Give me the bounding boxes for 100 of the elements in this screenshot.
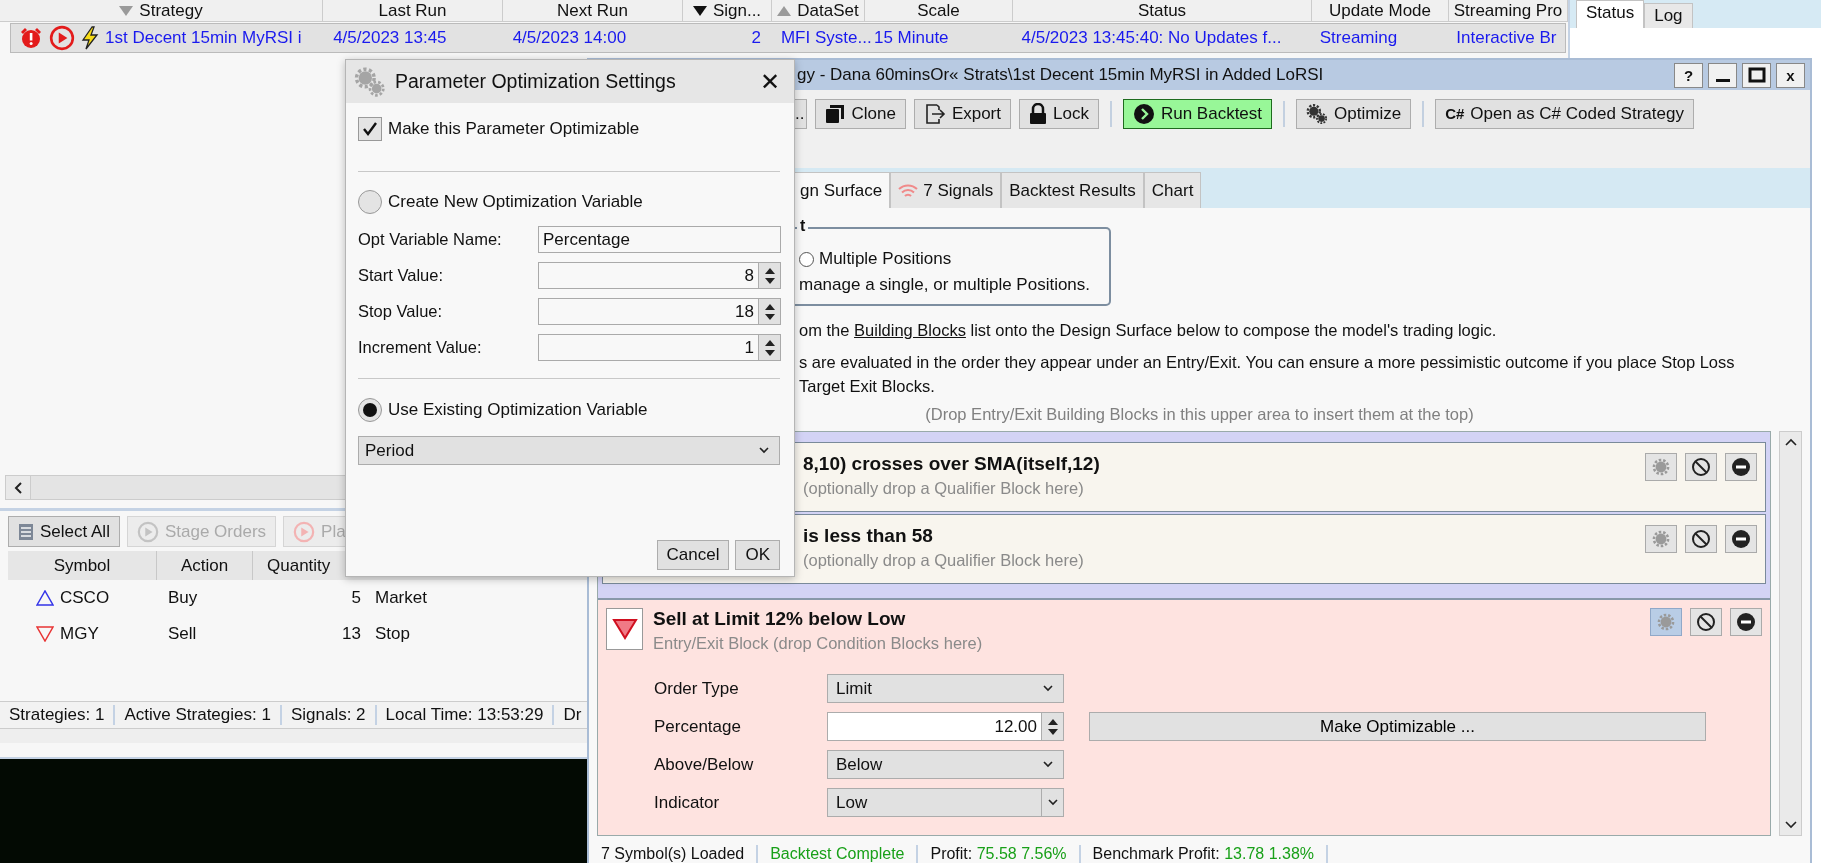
checkmark-icon xyxy=(362,121,378,137)
column-header: Last Run xyxy=(378,0,447,21)
status-text: Strategies: 1 xyxy=(0,705,116,725)
combo-box[interactable]: Low xyxy=(827,788,1064,817)
spin-button[interactable] xyxy=(758,263,780,288)
column-header: DataSet xyxy=(797,0,859,21)
drop-hint: (Drop Entry/Exit Building Blocks in this upper area to insert them at the top) xyxy=(925,405,1474,423)
chevron-down-icon xyxy=(759,447,769,454)
spin-button[interactable] xyxy=(1041,713,1063,740)
remove-button[interactable] xyxy=(1725,525,1757,553)
minimize-icon xyxy=(1715,78,1730,82)
chevron-down-icon[interactable] xyxy=(1784,821,1797,829)
scroll-left-button[interactable] xyxy=(6,476,31,499)
disable-button[interactable] xyxy=(1690,608,1722,636)
help-button[interactable]: ? xyxy=(1674,62,1703,88)
toolbar-button[interactable]: Export xyxy=(913,98,1011,129)
toolbar-button[interactable]: Select All xyxy=(8,516,120,547)
field-label: Start Value: xyxy=(358,266,444,285)
table-cell-text: 4/5/2023 13:45:40: No Updates f... xyxy=(1020,28,1282,48)
status-text: 7 Symbol(s) Loaded xyxy=(601,845,745,862)
radio-button[interactable] xyxy=(799,251,814,267)
status-text: Dr xyxy=(562,705,583,725)
radio-button[interactable] xyxy=(358,398,382,422)
chevron-down-icon xyxy=(1043,685,1053,692)
parameter-label: Above/Below xyxy=(654,754,755,775)
lightning-icon xyxy=(81,26,99,50)
gear-icon xyxy=(1651,529,1671,549)
prohibited-icon xyxy=(1691,457,1711,477)
toolbar-button[interactable]: Run Backtest xyxy=(1122,98,1273,129)
close-button[interactable]: x xyxy=(1776,62,1805,88)
play-circle-icon xyxy=(1132,102,1155,125)
column-header: Update Mode xyxy=(1328,0,1432,21)
minus-circle-icon xyxy=(1731,529,1751,549)
group-description: manage a single, or multiple Positions. xyxy=(799,275,1092,295)
toolbar-button[interactable]: Clone xyxy=(815,98,906,129)
tab[interactable]: 7 Signals xyxy=(890,172,1002,208)
status-label: Benchmark Profit: xyxy=(1092,845,1220,862)
table-cell: Stop xyxy=(375,624,410,644)
close-button[interactable]: ✕ xyxy=(756,67,784,96)
toolbar-button[interactable]: Optimize xyxy=(1296,98,1412,129)
tab[interactable]: Chart xyxy=(1143,172,1202,208)
make-optimizable-button[interactable]: Make Optimizable ... xyxy=(1089,712,1706,741)
dropdown[interactable]: Limit xyxy=(827,674,1064,703)
table-cell-text: Buy xyxy=(167,588,199,608)
toolbar-button[interactable]: C# Open as C# Coded Strategy xyxy=(1435,98,1694,129)
field-label: Opt Variable Name: xyxy=(358,230,503,249)
remove-button[interactable] xyxy=(1725,453,1757,481)
gear-icon xyxy=(1656,612,1676,632)
column-header: Symbol xyxy=(8,551,157,580)
table-row[interactable]: 1st Decent 15min MyRSI i 4/5/2023 13:45 4/5/2023 14:00 2 MFI Syste...15 Minute 4/5/2023 13:45:40: No Updates f... Streaming Interactive Br xyxy=(10,23,1566,53)
spin-button[interactable] xyxy=(758,299,780,324)
prohibited-icon xyxy=(1696,612,1716,632)
number-field[interactable]: 1 xyxy=(538,334,781,361)
table-cell-text: 4/5/2023 14:00 xyxy=(511,28,627,48)
status-text: Active Strategies: 1 xyxy=(115,705,282,725)
minus-circle-icon xyxy=(1736,612,1756,632)
maximize-button[interactable] xyxy=(1742,62,1771,88)
disable-button[interactable] xyxy=(1685,453,1717,481)
column-header: Streaming Pro xyxy=(1453,0,1563,21)
checkbox[interactable] xyxy=(358,117,382,141)
panel-tab[interactable]: Log xyxy=(1644,3,1693,28)
chevron-down-icon xyxy=(1043,761,1053,768)
panel-tab[interactable]: Status xyxy=(1576,0,1645,28)
parameter-label: Indicator xyxy=(654,792,721,813)
radio-button[interactable] xyxy=(358,190,382,214)
input-field[interactable]: Percentage xyxy=(538,226,781,253)
toolbar-button[interactable]: Lock xyxy=(1019,98,1099,129)
spin-button[interactable] xyxy=(758,335,780,360)
dialog-button[interactable]: Cancel xyxy=(656,540,730,570)
chevron-up-icon[interactable] xyxy=(1784,438,1797,446)
parameter-label: Order Type xyxy=(654,678,740,699)
minimize-button[interactable] xyxy=(1708,62,1737,88)
csharp-icon: C# xyxy=(1445,105,1465,122)
table-cell-text: Sell xyxy=(167,624,198,644)
column-header: Action xyxy=(157,551,253,580)
remove-button[interactable] xyxy=(1730,608,1762,636)
wifi-icon xyxy=(898,182,919,199)
block-title: Sell at Limit 12% below Low xyxy=(653,608,907,630)
prohibited-icon xyxy=(1691,529,1711,549)
field-label: Stop Value: xyxy=(358,302,444,321)
dropdown[interactable]: Period xyxy=(358,436,780,465)
number-field[interactable]: 12.00 xyxy=(827,712,1064,741)
status-value: 75.58 7.56% xyxy=(976,845,1067,862)
disable-button[interactable] xyxy=(1685,525,1717,553)
number-field[interactable]: 18 xyxy=(538,298,781,325)
dialog-button[interactable]: OK xyxy=(735,540,780,570)
table-cell: Market xyxy=(375,588,427,608)
block-title: 8,10) crosses over SMA(itself,12) xyxy=(803,453,1101,475)
number-field[interactable]: 8 xyxy=(538,262,781,289)
tab[interactable]: Backtest Results xyxy=(1001,172,1144,208)
radio-label: Create New Optimization Variable xyxy=(388,192,643,212)
column-header: Strategy xyxy=(139,0,203,21)
building-blocks-link[interactable]: Building Blocks xyxy=(854,321,966,339)
status-text: Signals: 2 xyxy=(281,705,377,725)
table-cell-text: Streaming xyxy=(1318,28,1398,48)
list-icon xyxy=(18,522,34,541)
alarm-clock-icon xyxy=(19,26,43,50)
dropdown[interactable]: Below xyxy=(827,750,1064,779)
block-title: is less than 58 xyxy=(803,525,934,547)
status-text: Local Time: 13:53:29 xyxy=(376,705,555,725)
